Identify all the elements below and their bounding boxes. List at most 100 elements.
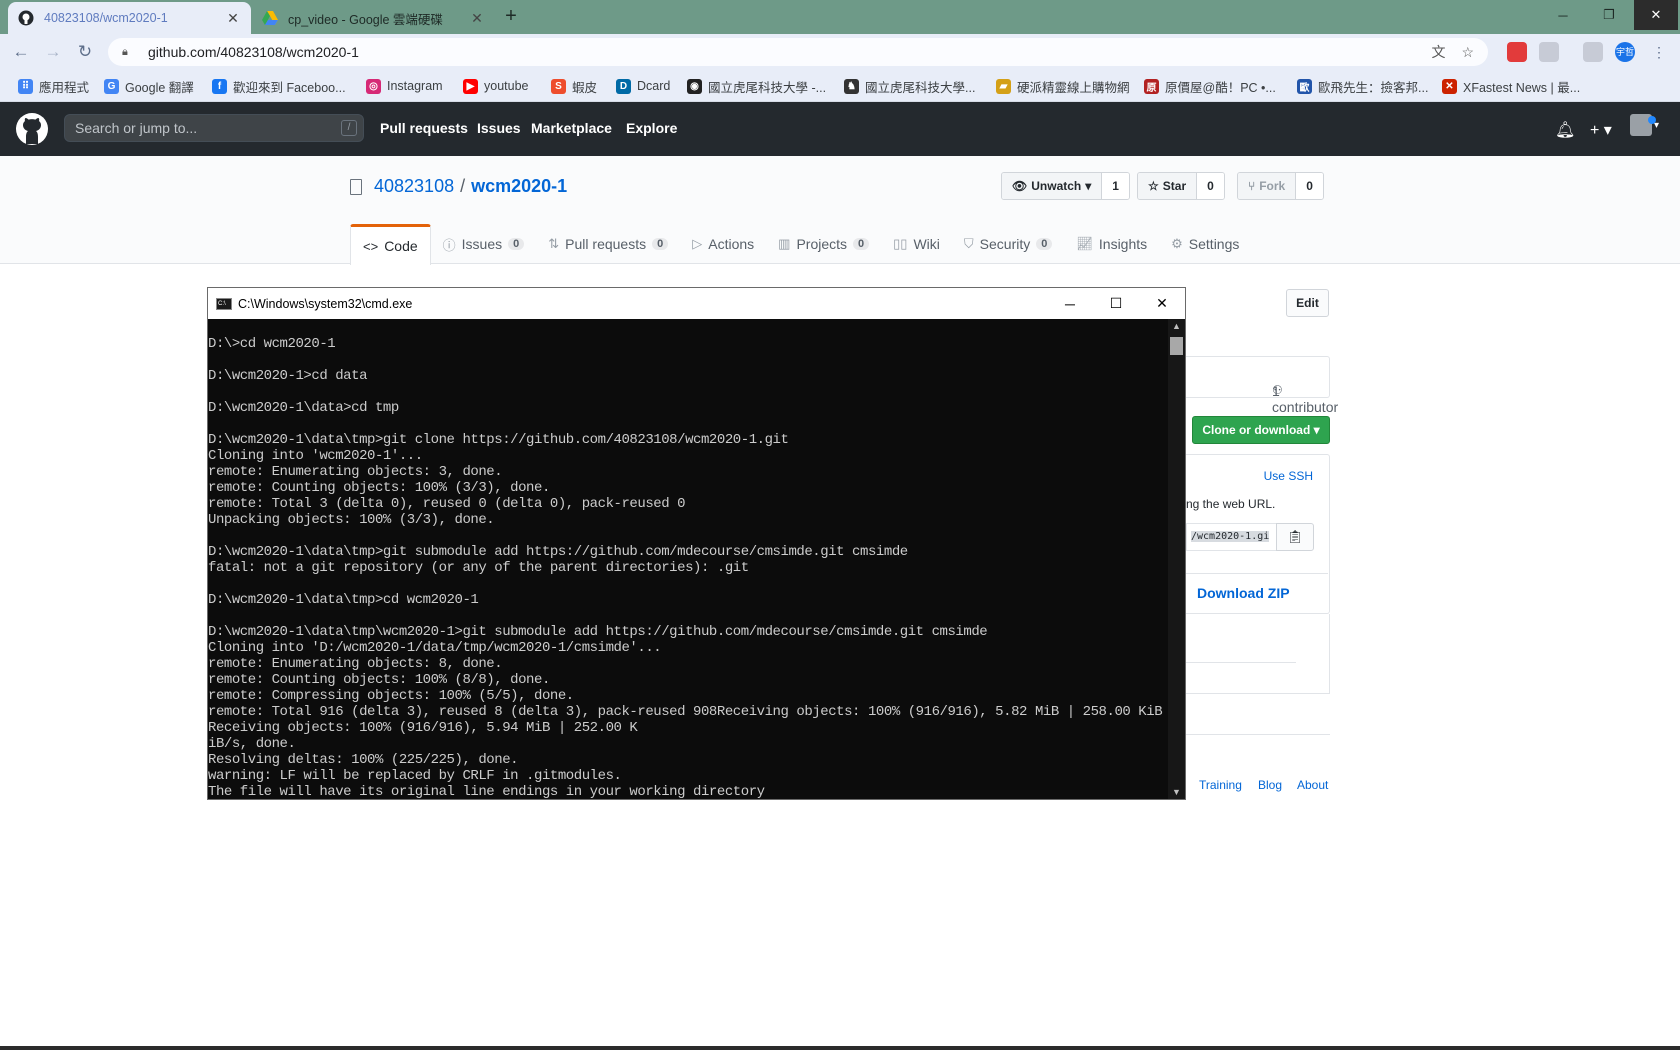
- bookmark-item[interactable]: ✕ XFastest News | 最...: [1442, 76, 1580, 96]
- clipboard-icon[interactable]: 📋︎: [1276, 523, 1314, 551]
- address-bar[interactable]: 🔒︎ github.com/40823108/wcm2020-1 ⽂ ☆: [108, 38, 1488, 66]
- cmd-title: C:\Windows\system32\cmd.exe: [238, 296, 413, 311]
- tab-close-icon[interactable]: ✕: [469, 10, 485, 27]
- bookmark-item[interactable]: S 蝦皮: [551, 76, 597, 96]
- window-minimize-icon[interactable]: ─: [1541, 0, 1585, 30]
- scrollbar-thumb[interactable]: [1170, 337, 1183, 355]
- profile-avatar[interactable]: 宇哲: [1615, 42, 1635, 62]
- search-shortcut-key: /: [341, 120, 357, 136]
- bookmark-item[interactable]: 原原價屋@酷！PC •...: [1144, 76, 1276, 96]
- bookmark-item[interactable]: ◉ 國立虎尾科技大學 -...: [687, 76, 826, 96]
- repo-owner-link[interactable]: 40823108: [374, 176, 454, 197]
- nav-marketplace[interactable]: Marketplace: [531, 120, 612, 136]
- bookmark-item[interactable]: f 歡迎來到 Faceboo...: [212, 76, 346, 96]
- tab-counter: 0: [652, 238, 669, 250]
- window-close-icon[interactable]: ✕: [1634, 0, 1678, 30]
- star-button[interactable]: ☆ Star: [1138, 173, 1198, 199]
- clone-hint: ng the web URL.: [1186, 497, 1276, 511]
- graph-icon: 📈︎: [1076, 236, 1093, 251]
- cmd-maximize-icon[interactable]: ☐: [1093, 295, 1139, 312]
- cmd-window[interactable]: C:\ C:\Windows\system32\cmd.exe ─ ☐ ✕ D:…: [207, 287, 1186, 800]
- scroll-up-icon[interactable]: ▲: [1168, 321, 1185, 331]
- reload-icon[interactable]: ↻: [74, 42, 96, 62]
- edit-description-button[interactable]: Edit: [1286, 289, 1329, 317]
- use-ssh-link[interactable]: Use SSH: [1264, 469, 1313, 483]
- watchers-count[interactable]: 1: [1102, 173, 1129, 199]
- repo-icon: [350, 178, 362, 195]
- tab-pull-requests[interactable]: ⇅ Pull requests 0: [536, 224, 680, 264]
- bookmark-item[interactable]: 歐歐飛先生：撿客邦...: [1297, 76, 1428, 96]
- gear-icon: ⚙: [1171, 236, 1183, 251]
- notification-dot: [1648, 116, 1656, 124]
- window-restore-icon[interactable]: ❐: [1587, 0, 1631, 30]
- cmd-console[interactable]: D:\>cd wcm2020-1 D:\wcm2020-1>cd data D:…: [208, 319, 1168, 799]
- bookmark-item[interactable]: G Google 翻譯: [104, 76, 194, 96]
- browser-tab-github[interactable]: 40823108/wcm2020-1 ✕: [8, 2, 251, 34]
- browser-menu-icon[interactable]: ⋮: [1648, 42, 1670, 62]
- github-search-input[interactable]: Search or jump to... /: [64, 114, 364, 142]
- footer-link-training[interactable]: Training: [1199, 778, 1242, 792]
- pocket-extension-icon[interactable]: [1507, 42, 1527, 62]
- unwatch-button[interactable]: 👁︎ Unwatch ▾: [1002, 173, 1103, 199]
- tab-close-icon[interactable]: ✕: [225, 10, 241, 27]
- shield-icon: ⛉: [963, 236, 974, 251]
- github-logo-icon[interactable]: [16, 113, 48, 145]
- bookmark-item[interactable]: ▶ youtube: [463, 76, 528, 96]
- cmd-minimize-icon[interactable]: ─: [1047, 296, 1093, 312]
- browser-tab-drive[interactable]: cp_video - Google 雲端硬碟 ✕: [252, 2, 495, 34]
- play-icon: ▷: [692, 236, 703, 251]
- lock-icon: 🔒︎: [122, 45, 128, 58]
- tab-actions[interactable]: ▷ Actions: [680, 224, 766, 264]
- cmd-scrollbar[interactable]: ▲ ▼: [1168, 319, 1185, 799]
- download-zip-link[interactable]: Download ZIP: [1197, 585, 1290, 601]
- cmd-title-bar[interactable]: C:\ C:\Windows\system32\cmd.exe ─ ☐ ✕: [208, 288, 1185, 319]
- footer-link-about[interactable]: About: [1297, 778, 1328, 792]
- nav-explore[interactable]: Explore: [626, 120, 677, 136]
- tab-counter: 0: [508, 238, 525, 250]
- bookmark-apps[interactable]: ⠿ 應用程式: [18, 76, 89, 96]
- tab-code[interactable]: <> Code: [350, 224, 431, 265]
- github-favicon-icon: [18, 10, 34, 26]
- tab-wiki[interactable]: ▯▯ Wiki: [881, 224, 952, 264]
- cmd-close-icon[interactable]: ✕: [1139, 295, 1185, 312]
- bookmark-item[interactable]: ◎ Instagram: [366, 76, 443, 96]
- pull-request-icon: ⇅: [548, 236, 560, 251]
- bookmark-item[interactable]: ♞ 國立虎尾科技大學...: [844, 76, 975, 96]
- translate-icon[interactable]: ⽂: [1431, 42, 1445, 62]
- scroll-down-icon[interactable]: ▼: [1168, 787, 1185, 797]
- repo-header: 40823108 / wcm2020-1 👁︎ Unwatch ▾ 1 ☆ Star …: [0, 156, 1680, 265]
- clone-url-input[interactable]: /wcm2020-1.gi: [1186, 523, 1276, 551]
- clone-or-download-button[interactable]: Clone or download ▾: [1192, 416, 1330, 444]
- back-icon[interactable]: ←: [10, 42, 32, 62]
- bookmark-item[interactable]: D Dcard: [616, 76, 670, 96]
- footer-link-blog[interactable]: Blog: [1258, 778, 1282, 792]
- youtube-icon: ▶: [463, 78, 478, 94]
- tab-security[interactable]: ⛉ Security 0: [952, 224, 1064, 264]
- notification-bell-icon[interactable]: 🔔︎: [1555, 120, 1575, 140]
- new-tab-icon[interactable]: +: [500, 6, 522, 28]
- repo-name-link[interactable]: wcm2020-1: [471, 176, 567, 197]
- tab-projects[interactable]: ▥ Projects 0: [766, 224, 881, 264]
- chevron-down-icon: ▾: [1085, 179, 1092, 193]
- nav-pull-requests[interactable]: Pull requests: [380, 120, 468, 136]
- fork-icon: ⑂: [1248, 179, 1256, 193]
- tab-settings[interactable]: ⚙ Settings: [1159, 224, 1251, 264]
- create-new-icon[interactable]: + ▾: [1590, 120, 1612, 140]
- extension-icon[interactable]: [1583, 42, 1603, 62]
- bookmark-star-icon[interactable]: ☆: [1461, 44, 1474, 61]
- code-icon: <>: [363, 238, 379, 254]
- forward-icon[interactable]: →: [42, 42, 64, 62]
- tab-insights[interactable]: 📈︎ Insights: [1064, 224, 1159, 264]
- stars-count[interactable]: 0: [1197, 173, 1224, 199]
- fork-button[interactable]: ⑂ Fork: [1238, 173, 1297, 199]
- tab-issues[interactable]: ⓘ Issues 0: [431, 224, 537, 264]
- bookmarks-bar: ⠿ 應用程式 G Google 翻譯 f 歡迎來到 Faceboo... ◎ Insta…: [0, 70, 1680, 102]
- bookmark-item[interactable]: ▰ 硬派精靈線上購物網: [996, 76, 1130, 96]
- nav-issues[interactable]: Issues: [477, 120, 521, 136]
- dcard-icon: D: [616, 78, 631, 94]
- forks-count[interactable]: 0: [1296, 173, 1323, 199]
- shopee-icon: S: [551, 78, 566, 94]
- github-header: Search or jump to... / Pull requests Iss…: [0, 102, 1680, 156]
- extension-icon[interactable]: [1539, 42, 1559, 62]
- project-icon: ▥: [778, 236, 791, 251]
